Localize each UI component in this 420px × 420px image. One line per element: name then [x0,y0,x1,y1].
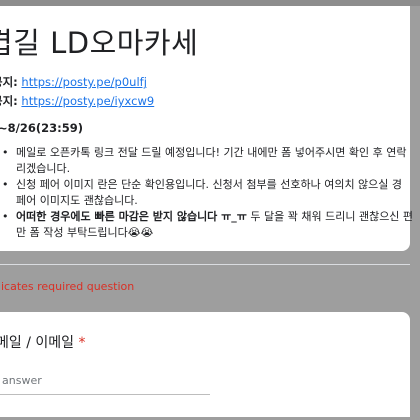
bullet-item: 메일로 오픈카톡 링크 전달 드릴 예정입니다! 기간 내에만 폼 넣어주시면 … [0,145,420,176]
bullet-line: 리겠습니다. [16,161,71,175]
question-card: 메일 / 이메일 * r answer [0,312,410,417]
notice-line-2: 공지: https://posty.pe/iyxcw9 [0,93,154,109]
bullet-item: 신청 페어 이미지 란은 단순 확인용입니다. 신청서 첨부를 선호하나 여의치… [0,177,420,208]
notice-line-1: 공지: https://posty.pe/p0ulfj [0,74,147,90]
bullet-line: 만 폼 작성 부탁드립니다😭😭 [16,225,154,239]
bullet-line: 두 달을 꽉 채워 드리니 괜찮으신 편 [246,210,414,223]
notice-link-2[interactable]: https://posty.pe/iyxcw9 [21,94,154,108]
notice-label-2: 공지: [0,94,18,108]
notice-label-1: 공지: [0,75,18,89]
bullet-bold-text: 어떠한 경우에도 빠른 마감은 받지 않습니다 ㅠ_ㅠ [16,210,247,223]
form-title: 켭길 LD오마카세 [0,26,199,60]
divider [0,264,410,265]
notice-link-1[interactable]: https://posty.pe/p0ulfj [21,75,146,89]
description-bullets: 메일로 오픈카톡 링크 전달 드릴 예정입니다! 기간 내에만 폼 넣어주시면 … [0,145,420,240]
answer-input[interactable]: r answer [0,374,42,387]
bullet-item: 어떠한 경우에도 빠른 마감은 받지 않습니다 ㅠ_ㅠ 두 달을 꽉 채워 드리… [0,209,420,240]
question-label: 메일 / 이메일 * [0,332,85,352]
bullet-line: 페어 이미지도 괜찮습니다. [16,193,138,207]
required-note: dicates required question [0,280,135,293]
bullet-line: 메일로 오픈카톡 링크 전달 드릴 예정입니다! 기간 내에만 폼 넣어주시면 … [16,146,407,159]
question-label-text: 메일 / 이메일 [0,335,75,351]
answer-underline [0,394,210,395]
bullet-line: 신청 페어 이미지 란은 단순 확인용입니다. 신청서 첨부를 선호하나 여의치… [16,178,403,191]
deadline-text: 5~8/26(23:59) [0,121,83,135]
required-asterisk: * [78,335,86,351]
form-header-card: 켭길 LD오마카세 공지: https://posty.pe/p0ulfj 공지… [0,6,413,293]
